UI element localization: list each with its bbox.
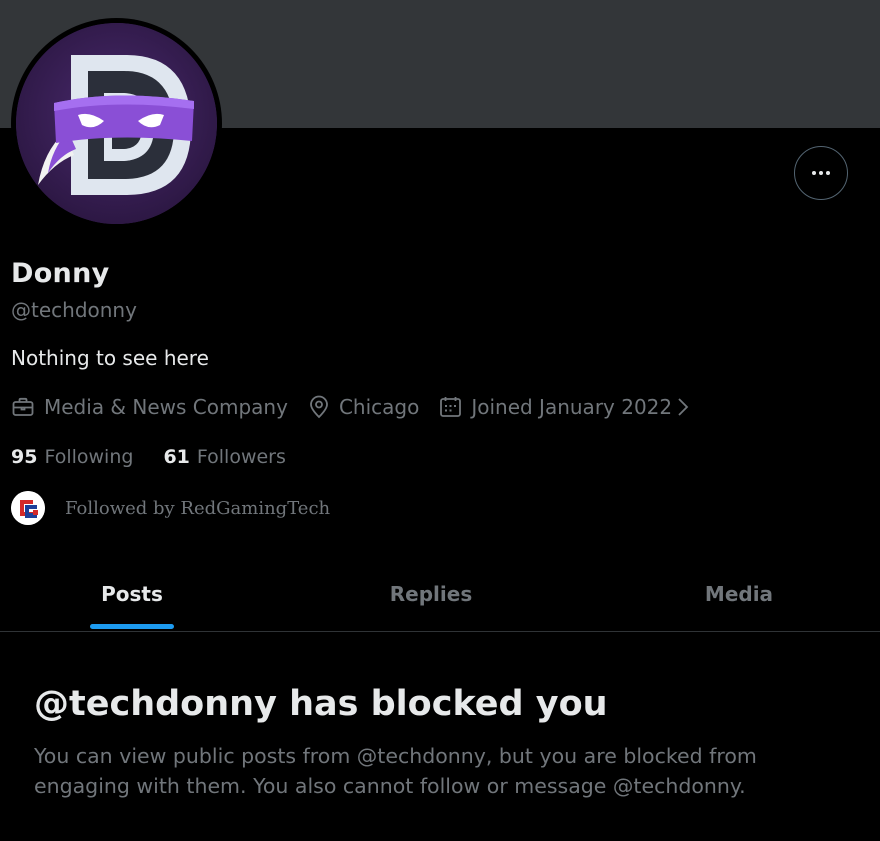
location-pin-icon xyxy=(310,395,328,419)
tab-media[interactable]: Media xyxy=(598,556,880,631)
followed-by-text: Followed by RedGamingTech xyxy=(65,497,331,519)
following-label: Following xyxy=(44,446,134,468)
profile-joined[interactable]: Joined January 2022 xyxy=(439,395,672,419)
followers-count: 61 xyxy=(163,446,190,468)
profile-category-label: Media & News Company xyxy=(44,395,288,419)
profile-meta-row: Media & News Company Chicago Joined Janu… xyxy=(11,393,690,421)
calendar-icon xyxy=(440,397,462,417)
blocked-description: You can view public posts from @techdonn… xyxy=(34,744,757,798)
chevron-right-icon[interactable] xyxy=(676,395,690,419)
tab-replies-label: Replies xyxy=(389,581,473,606)
profile-location: Chicago xyxy=(308,395,419,419)
following-link[interactable]: 95 Following xyxy=(11,446,133,468)
profile-tabs: Posts Replies Media xyxy=(0,556,880,632)
profile-joined-label: Joined January 2022 xyxy=(471,395,673,419)
tab-media-label: Media xyxy=(704,581,774,606)
following-count: 95 xyxy=(11,446,38,468)
tab-posts[interactable]: Posts xyxy=(0,556,264,631)
followers-label: Followers xyxy=(196,446,286,468)
profile-display-name: Donny xyxy=(11,258,110,289)
tab-posts-label: Posts xyxy=(101,581,163,606)
followers-link[interactable]: 61 Followers xyxy=(163,446,285,468)
profile-location-label: Chicago xyxy=(338,395,420,419)
followed-by-link[interactable]: Followed by RedGamingTech xyxy=(11,491,330,525)
tab-replies[interactable]: Replies xyxy=(264,556,598,631)
active-tab-indicator xyxy=(90,624,174,629)
profile-category: Media & News Company xyxy=(11,395,288,419)
briefcase-icon xyxy=(12,397,34,416)
profile-handle: @techdonny xyxy=(11,298,137,322)
profile-stats: 95 Following 61 Followers xyxy=(11,446,316,468)
profile-avatar[interactable] xyxy=(11,18,222,229)
more-options-button[interactable] xyxy=(794,146,848,200)
blocked-title: @techdonny has blocked you xyxy=(34,684,608,724)
more-horizontal-icon xyxy=(812,171,830,175)
avatar-logo-image xyxy=(16,23,217,224)
profile-bio: Nothing to see here xyxy=(11,346,209,370)
follower-avatar xyxy=(11,491,45,525)
